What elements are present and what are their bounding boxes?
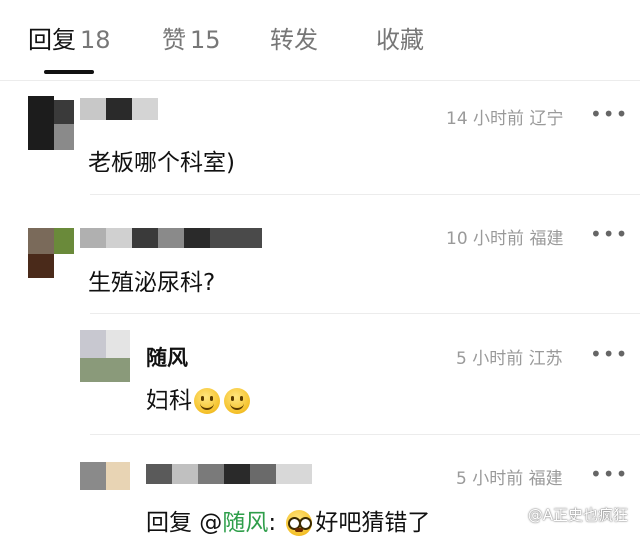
comment-meta: 14 小时前 辽宁 <box>446 104 563 129</box>
tab-favorites[interactable]: 收藏 <box>376 20 424 55</box>
reply-text-content: 好吧猜错了 <box>315 510 431 536</box>
tab-forwards-label: 转发 <box>270 26 318 54</box>
reply-mention-link[interactable]: 随风 <box>222 510 268 536</box>
comment-time: 14 小时前 <box>446 109 525 129</box>
tab-bar: 回复 18 赞 15 转发 收藏 <box>0 0 640 81</box>
nerd-emoji-icon <box>286 510 313 536</box>
tab-likes-count: 15 <box>190 26 221 54</box>
divider <box>90 313 640 314</box>
comment-text: 生殖泌尿科? <box>88 270 216 296</box>
tab-replies-count: 18 <box>80 26 111 54</box>
comment-meta: 5 小时前 福建 <box>456 464 563 489</box>
divider <box>90 434 640 435</box>
comment-time: 10 小时前 <box>446 229 525 249</box>
comment-text: 老板哪个科室) <box>88 150 235 176</box>
divider <box>90 194 640 195</box>
smile-emoji-icon <box>224 388 250 414</box>
reply-colon: : <box>268 510 277 536</box>
comment-time: 5 小时前 <box>456 469 524 489</box>
more-options-icon[interactable]: ••• <box>590 224 628 244</box>
tab-replies-label: 回复 <box>28 26 76 54</box>
tab-forwards[interactable]: 转发 <box>270 20 318 55</box>
reply-username[interactable]: 随风 <box>146 342 188 372</box>
tab-replies[interactable]: 回复 18 <box>28 20 111 55</box>
comment-meta: 10 小时前 福建 <box>446 224 563 249</box>
comment-location: 江苏 <box>528 349 563 369</box>
comment-meta: 5 小时前 江苏 <box>456 344 563 369</box>
comment-location: 福建 <box>528 469 563 489</box>
reply-prefix: 回复 @ <box>146 510 223 536</box>
more-options-icon[interactable]: ••• <box>590 104 628 124</box>
comment-location: 福建 <box>529 229 564 249</box>
reply-text: 妇科 <box>146 381 252 415</box>
reply-text: 回复 @随风: 好吧猜错了 <box>146 503 430 537</box>
tab-likes[interactable]: 赞 15 <box>162 20 221 55</box>
reply-text-content: 妇科 <box>146 388 192 414</box>
comment-time: 5 小时前 <box>456 349 524 369</box>
smile-emoji-icon <box>194 388 220 414</box>
comment-location: 辽宁 <box>529 109 564 129</box>
tab-favorites-label: 收藏 <box>376 26 424 54</box>
more-options-icon[interactable]: ••• <box>590 344 628 364</box>
tab-likes-label: 赞 <box>162 26 186 54</box>
active-tab-indicator <box>44 70 94 74</box>
more-options-icon[interactable]: ••• <box>590 464 628 484</box>
watermark: @A正史也疯狂 <box>527 506 628 524</box>
